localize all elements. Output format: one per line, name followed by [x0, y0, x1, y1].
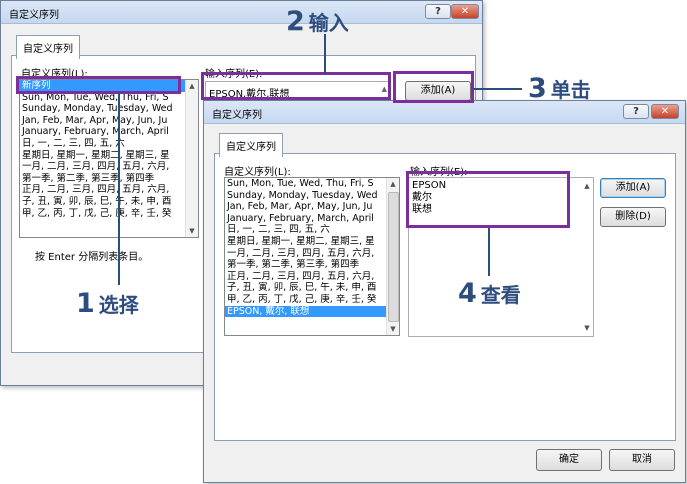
list-item[interactable]: 子, 丑, 寅, 卯, 辰, 巳, 午, 未, 申, 酉	[225, 282, 386, 294]
list-item[interactable]: 甲, 乙, 丙, 丁, 戊, 己, 庚, 辛, 壬, 癸	[20, 208, 185, 220]
step-text: 单击	[550, 78, 591, 102]
list-item[interactable]: 正月, 二月, 三月, 四月, 五月, 六月,	[225, 271, 386, 283]
custom-lists-label: 自定义序列(L):	[224, 167, 291, 178]
title-bar: 自定义序列 ? ✕	[204, 101, 685, 124]
list-item[interactable]: 星期日, 星期一, 星期二, 星期三, 星	[225, 236, 386, 248]
input-scrollbar[interactable]: ▲ ▼	[581, 178, 593, 336]
step-text: 查看	[480, 283, 521, 307]
callout-step-4: 4 查看	[458, 280, 521, 307]
list-item[interactable]: Sunday, Monday, Tuesday, Wed	[225, 190, 386, 202]
list-item[interactable]: 星期日, 星期一, 星期二, 星期三, 星	[20, 150, 185, 162]
step-text: 输入	[308, 11, 349, 35]
highlight-new-list	[16, 76, 181, 94]
list-item[interactable]: 子, 丑, 寅, 卯, 辰, 巳, 午, 未, 申, 酉	[20, 196, 185, 208]
scroll-down-icon[interactable]: ▼	[387, 323, 399, 335]
custom-lists-listbox[interactable]: Sun, Mon, Tue, Wed, Thu, Fri, S Sunday, M…	[224, 177, 400, 336]
help-button[interactable]: ?	[623, 104, 649, 119]
title-bar: 自定义序列 ? ✕	[1, 1, 482, 24]
step-number: 1	[76, 288, 95, 319]
hint-text: 按 Enter 分隔列表条目。	[35, 252, 149, 263]
list-item[interactable]: 第一季, 第二季, 第三季, 第四季	[20, 173, 185, 185]
list-item[interactable]: Sunday, Monday, Tuesday, Wed	[20, 103, 185, 115]
dialog-title: 自定义序列	[212, 110, 262, 121]
scroll-thumb[interactable]	[388, 192, 399, 322]
scroll-up-icon[interactable]: ▲	[186, 80, 198, 92]
tab-custom-lists[interactable]: 自定义序列	[219, 133, 283, 157]
callout-step-2: 2 输入	[286, 8, 349, 35]
callout-step-1: 1 选择	[76, 290, 139, 317]
cancel-button[interactable]: 取消	[609, 449, 675, 471]
scroll-down-icon[interactable]: ▼	[581, 322, 593, 334]
highlight-input-field	[201, 72, 391, 100]
dialog-title: 自定义序列	[9, 10, 59, 21]
list-item[interactable]: 第一季, 第二季, 第三季, 第四季	[225, 259, 386, 271]
list-item[interactable]: 正月, 二月, 三月, 四月, 五月, 六月,	[20, 184, 185, 196]
custom-lists-dialog-front: 自定义序列 ? ✕ 自定义序列 自定义序列(L): Sun, Mon, Tue,…	[203, 100, 686, 483]
highlight-input-lines	[406, 171, 570, 228]
list-item[interactable]: 甲, 乙, 丙, 丁, 戊, 己, 庚, 辛, 壬, 癸	[225, 294, 386, 306]
close-button[interactable]: ✕	[651, 104, 679, 119]
callout-step-3: 3 单击	[528, 75, 591, 102]
list-item[interactable]: January, February, March, April	[225, 213, 386, 225]
custom-lists-listbox[interactable]: 新序列 Sun, Mon, Tue, Wed, Thu, Fri, S Sunday…	[19, 79, 199, 238]
list-item[interactable]: Sun, Mon, Tue, Wed, Thu, Fri, S	[225, 178, 386, 190]
step-number: 2	[286, 6, 305, 37]
scroll-down-icon[interactable]: ▼	[186, 225, 198, 237]
ok-button[interactable]: 确定	[536, 449, 602, 471]
scroll-up-icon[interactable]: ▲	[387, 178, 399, 190]
listbox-scrollbar[interactable]: ▲ ▼	[386, 178, 399, 335]
list-item[interactable]: 一月, 二月, 三月, 四月, 五月, 六月,	[225, 248, 386, 260]
scroll-up-icon[interactable]: ▲	[581, 180, 593, 192]
list-item[interactable]: Jan, Feb, Mar, Apr, May, Jun, Ju	[225, 201, 386, 213]
callout-line-3	[474, 88, 522, 90]
callout-line-2	[324, 34, 326, 74]
list-item[interactable]: 一月, 二月, 三月, 四月, 五月, 六月,	[20, 161, 185, 173]
tab-custom-lists[interactable]: 自定义序列	[16, 35, 80, 59]
delete-button[interactable]: 删除(D)	[600, 207, 666, 227]
list-item[interactable]: 日, 一, 二, 三, 四, 五, 六	[20, 138, 185, 150]
list-item[interactable]: EPSON, 戴尔, 联想	[225, 305, 386, 318]
highlight-add-button	[393, 71, 474, 103]
step-number: 3	[528, 73, 547, 104]
list-item[interactable]: January, February, March, April	[20, 126, 185, 138]
list-item[interactable]: Jan, Feb, Mar, Apr, May, Jun, Ju	[20, 115, 185, 127]
step-text: 选择	[98, 293, 139, 317]
close-button[interactable]: ✕	[451, 4, 479, 19]
step-number: 4	[458, 278, 477, 309]
help-button[interactable]: ?	[425, 4, 451, 19]
add-button[interactable]: 添加(A)	[600, 178, 666, 198]
list-item[interactable]: 日, 一, 二, 三, 四, 五, 六	[225, 224, 386, 236]
callout-line-1	[118, 93, 120, 285]
listbox-scrollbar[interactable]: ▲ ▼	[185, 80, 198, 237]
callout-line-4	[488, 228, 490, 276]
